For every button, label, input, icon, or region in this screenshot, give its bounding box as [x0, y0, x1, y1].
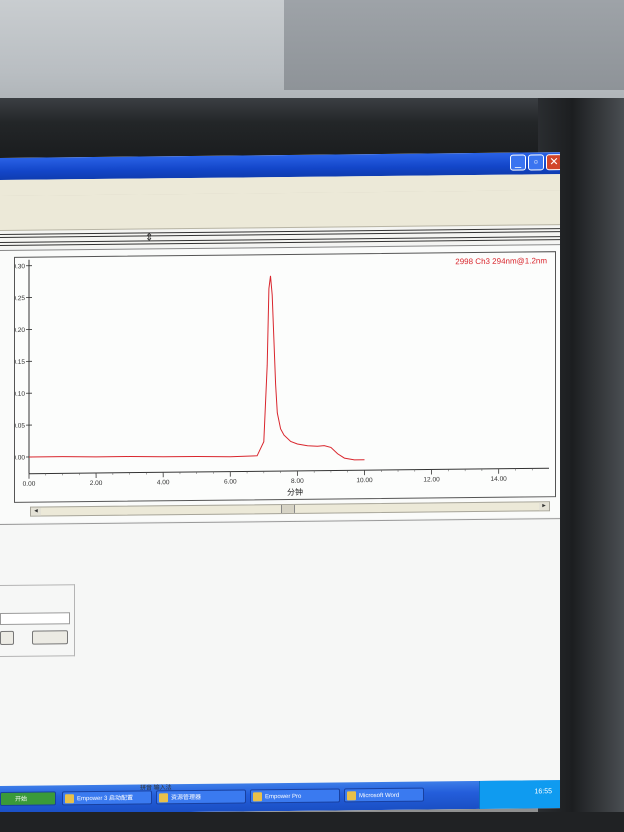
taskbar-item[interactable]: 资源管理器 [156, 789, 246, 805]
y-tick-label: 0.10 [15, 391, 25, 398]
system-tray: 16:55 [479, 780, 560, 809]
minimize-button[interactable]: _ [510, 154, 526, 171]
y-tick-label: 0.25 [15, 295, 25, 302]
x-tick-label: 8.00 [291, 478, 304, 485]
app-icon [253, 792, 262, 802]
close-button[interactable]: ✕ [546, 154, 560, 171]
chromatogram-panel: 0.00 0.05 0.10 0.15 0.20 0.25 0.30 0.00 2.00 4.00… [0, 244, 560, 523]
splitter-handle-icon[interactable]: ⇕ [145, 232, 153, 243]
x-tick-label: 0.00 [23, 481, 36, 488]
action-button[interactable] [32, 630, 68, 645]
x-tick-label: 2.00 [90, 480, 103, 487]
scroll-thumb[interactable] [281, 504, 295, 514]
y-tick-label: 0.30 [15, 263, 25, 270]
horizontal-scrollbar[interactable]: ◂ ▸ [30, 501, 550, 517]
y-tick-label: 0.00 [15, 454, 25, 461]
toolbar [0, 190, 560, 231]
y-tick-label: 0.15 [15, 359, 25, 366]
lower-panel [0, 518, 560, 789]
x-axis-label: 分钟 [287, 487, 303, 497]
folder-icon [65, 794, 74, 804]
start-button[interactable]: 开始 [0, 791, 56, 806]
x-axis-line [29, 467, 549, 475]
taskbar-item[interactable]: Empower 3 启动配置 [62, 790, 152, 806]
x-tick-label: 10.00 [356, 477, 373, 484]
y-tick-label: 0.20 [15, 327, 25, 334]
taskbar-item[interactable]: Microsoft Word [344, 787, 424, 803]
clock: 16:55 [534, 788, 552, 796]
chart-legend: 2998 Ch3 294nm@1.2nm [455, 256, 547, 267]
monitor-bezel-bottom [0, 812, 624, 832]
x-tick-label: 14.00 [491, 476, 508, 483]
monitor-screen: _ ▫ ✕ ⇕ 0.00 0.05 0.10 0.15 0.20 0.25 0.30 0.00… [0, 152, 560, 814]
document-icon [347, 791, 356, 801]
background-wall-right [284, 0, 624, 90]
left-button[interactable] [0, 630, 14, 645]
taskbar-item[interactable]: Empower Pro [250, 788, 340, 804]
chromatogram-plot-area: 0.00 0.05 0.10 0.15 0.20 0.25 0.30 0.00 2.00 4.00… [14, 251, 556, 503]
x-tick-label: 12.00 [423, 476, 440, 483]
taskbar: 开始 Empower 3 启动配置 资源管理器 Empower Pro Micr… [0, 780, 560, 814]
y-tick-label: 0.05 [15, 423, 25, 430]
x-tick-label: 6.00 [224, 479, 237, 486]
chromatogram-trace [29, 275, 365, 461]
ime-bar: 拼音 输入法 [140, 785, 172, 792]
value-field[interactable] [0, 612, 70, 625]
scroll-left-arrow-icon[interactable]: ◂ [31, 507, 41, 516]
chromatogram-svg: 0.00 0.05 0.10 0.15 0.20 0.25 0.30 0.00 2.00 4.00… [15, 259, 549, 488]
scroll-right-arrow-icon[interactable]: ▸ [539, 502, 549, 511]
folder-icon [159, 793, 168, 803]
x-tick-label: 4.00 [157, 479, 170, 486]
maximize-button[interactable]: ▫ [528, 154, 544, 171]
monitor-bezel-top [0, 98, 624, 160]
